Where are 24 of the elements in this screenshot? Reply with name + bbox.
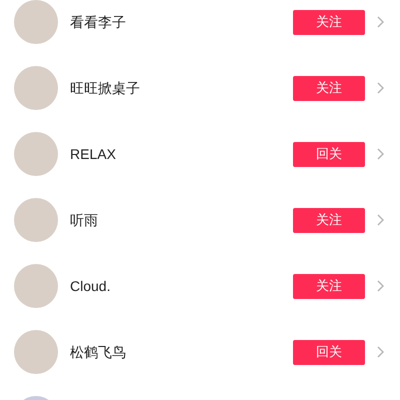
follow-button[interactable]: 关注 — [293, 208, 365, 232]
chevron-right-icon[interactable] — [377, 280, 384, 292]
username[interactable]: 旺旺掀桌子 — [70, 78, 293, 98]
avatar-placeholder[interactable] — [14, 330, 58, 374]
follow-button[interactable]: 回关 — [293, 142, 365, 166]
username[interactable]: 听雨 — [70, 210, 293, 230]
follow-button[interactable]: 关注 — [293, 76, 365, 100]
chevron-right-icon[interactable] — [377, 148, 384, 160]
avatar-placeholder[interactable] — [14, 0, 58, 44]
follow-button[interactable]: 关注 — [293, 274, 365, 298]
avatar-placeholder[interactable] — [14, 264, 58, 308]
chevron-right-icon[interactable] — [377, 346, 384, 358]
avatar-placeholder[interactable] — [14, 198, 58, 242]
username[interactable]: 看看李子 — [70, 12, 293, 32]
avatar-placeholder[interactable] — [14, 132, 58, 176]
username[interactable]: 松鹤飞鸟 — [70, 342, 293, 362]
follow-button[interactable]: 回关 — [293, 340, 365, 364]
avatar-placeholder[interactable] — [14, 66, 58, 110]
chevron-right-icon[interactable] — [377, 214, 384, 226]
chevron-right-icon[interactable] — [377, 82, 384, 94]
chevron-right-icon[interactable] — [377, 16, 384, 28]
follow-button[interactable]: 关注 — [293, 10, 365, 34]
username[interactable]: Cloud. — [70, 276, 293, 296]
username[interactable]: RELAX — [70, 144, 293, 164]
